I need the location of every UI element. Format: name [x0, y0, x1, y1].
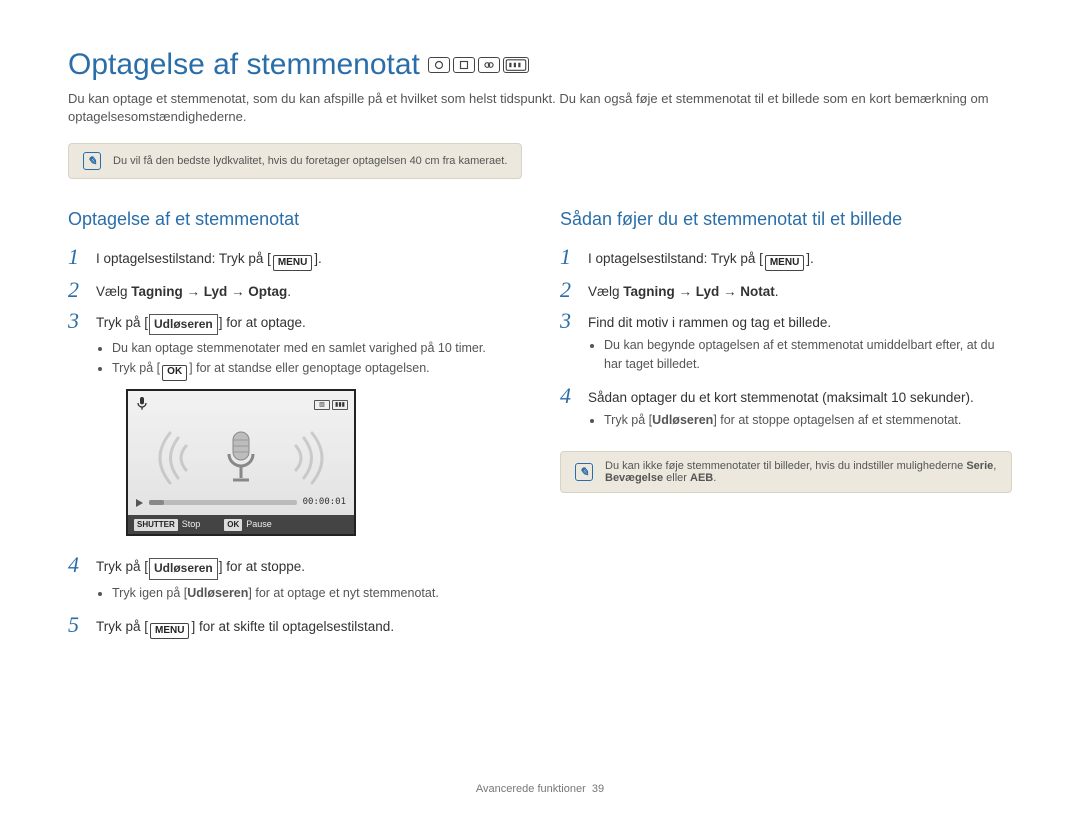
- footer-section: Avancerede funktioner: [476, 783, 586, 795]
- mode-auto-icon: [428, 57, 450, 73]
- bullet: Tryk på [OK] for at standse eller genopt…: [112, 359, 486, 380]
- right-note: ✎ Du kan ikke føje stemmenotater til bil…: [560, 451, 1012, 493]
- sd-card-icon: ▧: [314, 400, 330, 410]
- mode-program-icon: [453, 57, 475, 73]
- recorder-screen: ▧ ▮▮▮: [126, 389, 356, 537]
- note-icon: ✎: [575, 463, 593, 481]
- step-number: 2: [68, 279, 84, 301]
- right-step-1: 1 I optagelsestilstand: Tryk på [MENU].: [560, 246, 1012, 271]
- page-title: Optagelse af stemmenotat: [68, 48, 1012, 82]
- bullet: Tryk igen på [Udløseren] for at optage e…: [112, 584, 439, 602]
- shutter-label: Udløseren: [149, 314, 218, 335]
- menu-button-icon: MENU: [150, 623, 189, 639]
- left-heading: Optagelse af et stemmenotat: [68, 209, 520, 230]
- right-column: Sådan føjer du et stemmenotat til et bil…: [560, 209, 1012, 647]
- mic-large-icon: [219, 428, 263, 488]
- step-bullets: Tryk på [Udløseren] for at stoppe optage…: [588, 411, 974, 429]
- mic-small-icon: [134, 395, 150, 417]
- left-column: Optagelse af et stemmenotat 1 I optagels…: [68, 209, 520, 647]
- columns: Optagelse af et stemmenotat 1 I optagels…: [68, 209, 1012, 647]
- step-number: 2: [560, 279, 576, 301]
- right-step-2: 2 Vælg Tagning → Lyd → Notat.: [560, 279, 1012, 302]
- progress-row: 00:00:01: [128, 494, 354, 515]
- step-body: I optagelsestilstand: Tryk på [MENU].: [96, 246, 322, 271]
- step-number: 1: [560, 246, 576, 268]
- right-step-4: 4 Sådan optager du et kort stemmenotat (…: [560, 385, 1012, 434]
- ok-button-icon: OK: [162, 365, 187, 381]
- step-number: 3: [68, 310, 84, 332]
- step-body: Vælg Tagning → Lyd → Notat.: [588, 279, 779, 302]
- step-number: 4: [68, 554, 84, 576]
- step-number: 3: [560, 310, 576, 332]
- page-title-text: Optagelse af stemmenotat: [68, 48, 420, 82]
- timecode: 00:00:01: [303, 496, 346, 509]
- bullet: Du kan optage stemmenotater med en samle…: [112, 339, 486, 357]
- right-heading: Sådan føjer du et stemmenotat til et bil…: [560, 209, 1012, 230]
- footer: Avancerede funktioner 39: [0, 783, 1080, 795]
- mode-icons: [428, 57, 529, 73]
- step-bullets: Du kan optage stemmenotater med en samle…: [96, 339, 486, 380]
- progress-bar: [149, 500, 297, 505]
- screen-tray: ▧ ▮▮▮: [314, 400, 348, 410]
- step-body: Vælg Tagning → Lyd → Optag.: [96, 279, 291, 302]
- menu-button-icon: MENU: [765, 255, 804, 271]
- bullet: Tryk på [Udløseren] for at stoppe optage…: [604, 411, 974, 429]
- step-body: Tryk på [Udløseren] for at stoppe. Tryk …: [96, 554, 439, 606]
- shutter-label: Udløseren: [149, 558, 218, 579]
- right-note-text: Du kan ikke føje stemmenotater til bille…: [605, 460, 997, 484]
- left-step-1: 1 I optagelsestilstand: Tryk på [MENU].: [68, 246, 520, 271]
- mode-scene-icon: [503, 57, 529, 73]
- battery-icon: ▮▮▮: [332, 400, 348, 410]
- step-body: I optagelsestilstand: Tryk på [MENU].: [588, 246, 814, 271]
- left-step-2: 2 Vælg Tagning → Lyd → Optag.: [68, 279, 520, 302]
- screen-bottom-bar: SHUTTER Stop OK Pause: [128, 515, 354, 534]
- screen-pause-label: OK Pause: [224, 518, 272, 531]
- screen-stop-label: SHUTTER Stop: [134, 518, 200, 531]
- step-number: 1: [68, 246, 84, 268]
- left-step-5: 5 Tryk på [MENU] for at skifte til optag…: [68, 614, 520, 639]
- menu-button-icon: MENU: [273, 255, 312, 271]
- step-bullets: Du kan begynde optagelsen af et stemmeno…: [588, 336, 1012, 372]
- page: Optagelse af stemmenotat Du kan optage e…: [0, 0, 1080, 815]
- intro-text: Du kan optage et stemmenotat, som du kan…: [68, 90, 1012, 125]
- ok-tag: OK: [224, 519, 242, 531]
- top-note: ✎ Du vil få den bedste lydkvalitet, hvis…: [68, 143, 522, 179]
- step-body: Tryk på [MENU] for at skifte til optagel…: [96, 614, 394, 639]
- step-body: Tryk på [Udløseren] for at optage. Du ka…: [96, 310, 486, 546]
- mic-area: [128, 420, 354, 494]
- sound-wave-left-icon: [148, 428, 188, 488]
- mode-dual-icon: [478, 57, 500, 73]
- top-note-text: Du vil få den bedste lydkvalitet, hvis d…: [113, 155, 507, 167]
- right-step-3: 3 Find dit motiv i rammen og tag et bill…: [560, 310, 1012, 377]
- play-icon: [136, 499, 143, 507]
- step-body: Find dit motiv i rammen og tag et billed…: [588, 310, 1012, 377]
- sound-wave-right-icon: [294, 428, 334, 488]
- step-number: 5: [68, 614, 84, 636]
- shutter-tag: SHUTTER: [134, 519, 178, 531]
- bullet: Du kan begynde optagelsen af et stemmeno…: [604, 336, 1012, 372]
- footer-page-number: 39: [592, 783, 604, 795]
- left-step-3: 3 Tryk på [Udløseren] for at optage. Du …: [68, 310, 520, 546]
- left-step-4: 4 Tryk på [Udløseren] for at stoppe. Try…: [68, 554, 520, 606]
- note-icon: ✎: [83, 152, 101, 170]
- screen-statusbar: ▧ ▮▮▮: [128, 391, 354, 421]
- step-bullets: Tryk igen på [Udløseren] for at optage e…: [96, 584, 439, 602]
- step-body: Sådan optager du et kort stemmenotat (ma…: [588, 385, 974, 434]
- step-number: 4: [560, 385, 576, 407]
